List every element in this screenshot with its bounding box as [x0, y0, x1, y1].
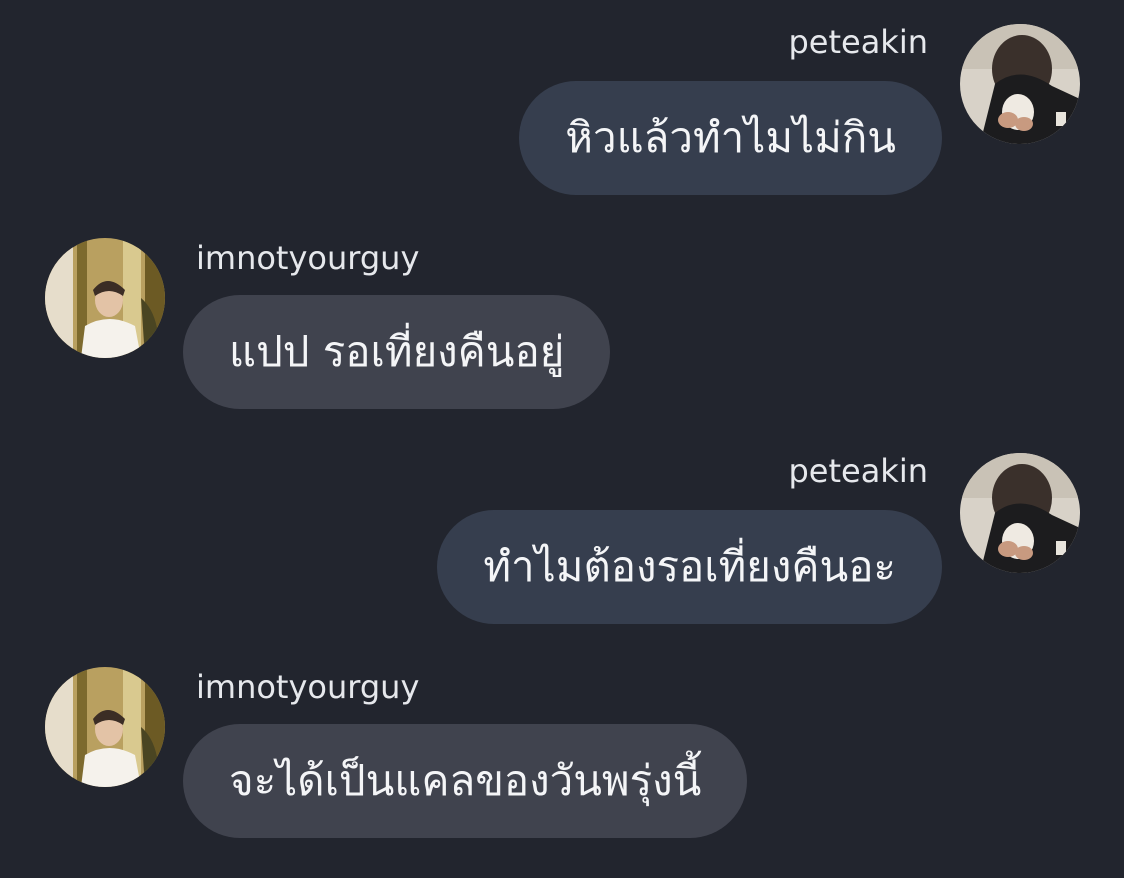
avatar-imnotyourguy[interactable] — [45, 667, 165, 787]
profile-photo-icon — [45, 667, 165, 787]
message-row: imnotyourguy แปป รอเที่ยงคืนอยู่ — [0, 0, 1124, 409]
profile-photo-icon — [45, 238, 165, 358]
message-bubble[interactable]: แปป รอเที่ยงคืนอยู่ — [183, 295, 611, 409]
username: imnotyourguy — [196, 239, 420, 277]
username: imnotyourguy — [196, 668, 420, 706]
avatar-imnotyourguy[interactable] — [45, 238, 165, 358]
message-row: imnotyourguy จะได้เป็นแคลของวันพรุ่งนี้ — [0, 429, 1124, 838]
message-bubble[interactable]: จะได้เป็นแคลของวันพรุ่งนี้ — [183, 724, 748, 838]
